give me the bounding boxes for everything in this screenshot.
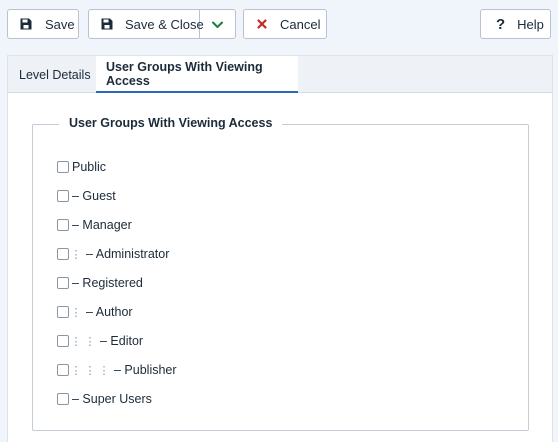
question-mark-icon: ? bbox=[496, 15, 506, 33]
group-checkbox[interactable] bbox=[57, 393, 69, 405]
toolbar: Save Save & Close Cancel ? Help bbox=[0, 0, 558, 48]
content-panel: Level Details User Groups With Viewing A… bbox=[7, 55, 553, 442]
help-button[interactable]: ? Help bbox=[480, 9, 551, 39]
user-group-row[interactable]: – Manager bbox=[57, 216, 132, 234]
group-checkbox[interactable] bbox=[57, 161, 69, 173]
group-name: – Author bbox=[86, 305, 133, 319]
group-name: – Manager bbox=[72, 218, 132, 232]
save-close-label: Save & Close bbox=[125, 16, 204, 32]
depth-indent-dots: ⋮ ⋮ ⋮ bbox=[70, 364, 110, 377]
save-button[interactable]: Save bbox=[7, 9, 79, 39]
help-label: Help bbox=[517, 16, 544, 32]
fieldset-legend: User Groups With Viewing Access bbox=[59, 116, 283, 130]
group-checkbox[interactable] bbox=[57, 335, 69, 347]
save-label: Save bbox=[45, 16, 75, 32]
tab-bar: Level Details User Groups With Viewing A… bbox=[8, 56, 552, 93]
save-close-button-group: Save & Close bbox=[88, 9, 236, 39]
group-name: – Publisher bbox=[114, 363, 177, 377]
depth-indent-dots: ⋮ ⋮ bbox=[70, 335, 96, 348]
depth-indent-dots: ⋮ bbox=[70, 248, 82, 261]
user-group-row[interactable]: – Guest bbox=[57, 187, 116, 205]
group-name: – Super Users bbox=[72, 392, 152, 406]
group-name: – Registered bbox=[72, 276, 143, 290]
chevron-down-icon bbox=[212, 17, 223, 32]
user-group-row[interactable]: ⋮ – Administrator bbox=[57, 245, 169, 263]
cancel-button[interactable]: Cancel bbox=[243, 9, 327, 39]
group-name: – Guest bbox=[72, 189, 116, 203]
user-group-row[interactable]: ⋮ – Author bbox=[57, 303, 133, 321]
group-checkbox[interactable] bbox=[57, 277, 69, 289]
group-checkbox[interactable] bbox=[57, 364, 69, 376]
save-close-button[interactable]: Save & Close bbox=[89, 10, 204, 38]
user-group-row[interactable]: – Super Users bbox=[57, 390, 152, 408]
save-options-dropdown-button[interactable] bbox=[200, 10, 235, 38]
group-name: Public bbox=[72, 160, 107, 174]
cancel-label: Cancel bbox=[280, 16, 321, 32]
floppy-disk-icon bbox=[20, 18, 32, 30]
group-checkbox[interactable] bbox=[57, 190, 69, 202]
tab-user-groups-viewing-access[interactable]: User Groups With Viewing Access bbox=[96, 56, 298, 93]
group-checkbox[interactable] bbox=[57, 219, 69, 231]
group-checkbox[interactable] bbox=[57, 306, 69, 318]
group-name: – Administrator bbox=[86, 247, 170, 261]
depth-indent-dots: ⋮ bbox=[70, 306, 82, 319]
group-checkbox[interactable] bbox=[57, 248, 69, 260]
user-group-row[interactable]: ⋮ ⋮ ⋮ – Publisher bbox=[57, 361, 177, 379]
user-groups-fieldset: User Groups With Viewing Access Public – … bbox=[32, 116, 529, 431]
user-group-row[interactable]: ⋮ ⋮ – Editor bbox=[57, 332, 143, 350]
user-group-row[interactable]: – Registered bbox=[57, 274, 143, 292]
floppy-disk-icon bbox=[101, 18, 113, 30]
user-group-row[interactable]: Public bbox=[57, 158, 106, 176]
tab-level-details[interactable]: Level Details bbox=[9, 56, 101, 93]
x-icon bbox=[257, 19, 267, 29]
group-name: – Editor bbox=[100, 334, 144, 348]
